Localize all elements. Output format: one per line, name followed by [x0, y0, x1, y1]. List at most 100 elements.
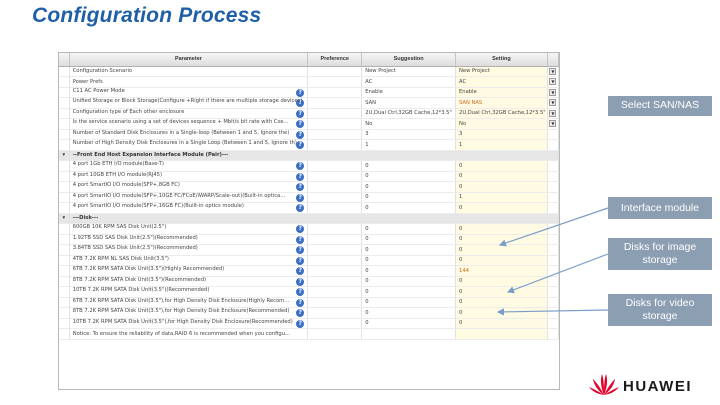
row-spacer — [59, 318, 70, 329]
table-row: ? Number of Standard Disk Enclosures in a… — [59, 129, 559, 140]
cell-dropdown: ▼ — [547, 97, 559, 109]
cell-suggestion: 0 — [361, 223, 457, 235]
cell-setting[interactable]: 0 — [455, 255, 548, 266]
cell-dropdown — [547, 255, 559, 266]
table-row: Notice: To ensure the reliability of dat… — [59, 328, 559, 340]
cell-parameter: ? 4 port SmartIO I/O module(SFP+,16GB FC)… — [69, 202, 309, 214]
cell-suggestion-text: 0 — [365, 236, 369, 243]
dropdown-arrow-icon[interactable]: ▼ — [549, 99, 557, 107]
header-preference[interactable]: Preference — [307, 53, 363, 67]
cell-suggestion-text: 0 — [365, 257, 369, 264]
cell-setting[interactable]: Enable — [455, 87, 548, 98]
dropdown-arrow-icon[interactable]: ▼ — [549, 120, 557, 128]
cell-setting[interactable]: 3 — [455, 129, 548, 140]
help-icon[interactable]: ? — [296, 235, 305, 244]
dropdown-arrow-icon[interactable]: ▼ — [549, 88, 557, 96]
group-expander-icon[interactable]: ▾ — [59, 213, 70, 224]
cell-setting-text: 1 — [459, 141, 463, 148]
cell-setting[interactable]: 0 — [455, 244, 548, 256]
cell-setting[interactable]: 0 — [455, 297, 548, 308]
help-icon[interactable]: ? — [296, 267, 305, 276]
help-icon[interactable]: ? — [296, 120, 305, 129]
help-icon[interactable]: ? — [296, 162, 305, 171]
help-icon[interactable]: ? — [296, 88, 305, 97]
cell-setting[interactable]: No — [455, 118, 548, 130]
cell-preference — [307, 318, 363, 329]
cell-setting-text: No — [459, 120, 467, 127]
cell-setting[interactable]: 0 — [455, 202, 548, 214]
cell-setting[interactable]: 0 — [455, 286, 548, 298]
group-expander-icon[interactable]: ▾ — [59, 150, 70, 161]
cell-parameter: ? Number of High Density Disk Enclosures … — [69, 139, 309, 151]
table-row: ? 6TB 7.2K RPM SATA Disk Unit(3.5"),for H… — [59, 297, 559, 308]
table-row: ? 6TB 7.2K RPM SATA Disk Unit(3.5")(Highl… — [59, 265, 559, 277]
cell-parameter: ? 600GB 10K RPM SAS Disk Unit(2.5") — [69, 223, 309, 235]
cell-dropdown — [547, 192, 559, 203]
cell-setting[interactable]: 0 — [455, 318, 548, 329]
cell-setting[interactable]: 1 — [455, 139, 548, 151]
cell-parameter: ? 4 port SmartIO I/O module(SFP+,8GB FC) — [69, 181, 309, 193]
help-icon[interactable]: ? — [296, 319, 305, 328]
header-parameter[interactable]: Parameter — [69, 53, 309, 67]
dropdown-arrow-icon[interactable]: ▼ — [549, 67, 557, 75]
row-spacer — [59, 244, 70, 256]
cell-parameter-text: 10TB 7.2K RPM SATA Disk Unit(3.5"),for H… — [72, 318, 293, 325]
help-icon[interactable]: ? — [296, 204, 305, 213]
huawei-logo-text: HUAWEI — [623, 378, 692, 395]
help-icon[interactable]: ? — [296, 109, 305, 118]
cell-setting[interactable]: 0 — [455, 307, 548, 319]
table-header-row: Parameter Preference Suggestion Setting — [59, 53, 559, 67]
help-icon[interactable]: ? — [296, 141, 305, 150]
cell-setting[interactable]: 1 — [455, 192, 548, 203]
table-row: ? Number of High Density Disk Enclosures … — [59, 139, 559, 151]
cell-dropdown — [547, 129, 559, 140]
help-icon[interactable]: ? — [296, 130, 305, 139]
cell-preference — [307, 192, 363, 203]
cell-setting-text: New Project — [459, 68, 490, 75]
dropdown-arrow-icon[interactable]: ▼ — [549, 109, 557, 117]
cell-setting[interactable]: 0 — [455, 223, 548, 235]
cell-setting[interactable]: 2U,Dual Ctrl,32GB Cache,12*3.5" — [455, 108, 548, 119]
cell-setting[interactable]: SAN NAS — [455, 97, 548, 109]
cell-parameter: ? 4TB 7.2K RPM NL SAS Disk Unit(3.5") — [69, 255, 309, 266]
cell-setting[interactable]: 0 — [455, 276, 548, 287]
cell-parameter: ? 8TB 7.2K RPM SATA Disk Unit(3.5")(Recom… — [69, 276, 309, 287]
cell-setting[interactable]: AC — [455, 76, 548, 88]
cell-suggestion: 0 — [361, 244, 457, 256]
row-spacer — [59, 192, 70, 203]
header-suggestion[interactable]: Suggestion — [361, 53, 457, 67]
help-icon[interactable]: ? — [296, 277, 305, 286]
dropdown-arrow-icon[interactable]: ▼ — [549, 78, 557, 86]
cell-parameter-text: 3.84TB SSD SAS Disk Unit(2.5")(Recommend… — [72, 245, 198, 252]
cell-preference — [307, 244, 363, 256]
help-icon[interactable]: ? — [296, 183, 305, 192]
cell-setting[interactable] — [455, 328, 548, 340]
row-spacer — [59, 328, 70, 340]
header-setting[interactable]: Setting — [455, 53, 548, 67]
cell-parameter-text: Configuration type of Each other enclosu… — [72, 108, 185, 115]
cell-preference — [307, 276, 363, 287]
cell-preference — [307, 171, 363, 182]
help-icon[interactable]: ? — [296, 225, 305, 234]
cell-suggestion — [361, 328, 457, 340]
help-icon[interactable]: ? — [296, 172, 305, 181]
help-icon[interactable]: ? — [296, 193, 305, 202]
cell-setting[interactable]: 0 — [455, 181, 548, 193]
cell-setting[interactable]: 0 — [455, 160, 548, 172]
cell-suggestion: 0 — [361, 202, 457, 214]
help-icon[interactable]: ? — [296, 256, 305, 265]
cell-suggestion-text: 2U,Dual Ctrl,32GB Cache,12*3.5" — [365, 110, 452, 117]
help-icon[interactable]: ? — [296, 246, 305, 255]
cell-dropdown — [547, 286, 559, 298]
cell-parameter-text: 4 port SmartIO I/O module(SFP+,8GB FC) — [72, 182, 180, 189]
table-row: ? C11 AC Power Mode Enable Enable ▼ — [59, 87, 559, 98]
cell-setting[interactable]: 144 — [455, 265, 548, 277]
cell-setting[interactable]: 0 — [455, 171, 548, 182]
help-icon[interactable]: ? — [296, 298, 305, 307]
cell-setting[interactable]: New Project — [455, 66, 548, 77]
cell-setting-text: 0 — [459, 183, 463, 190]
row-spacer — [59, 139, 70, 151]
help-icon[interactable]: ? — [296, 309, 305, 318]
help-icon[interactable]: ? — [296, 288, 305, 297]
cell-setting[interactable]: 0 — [455, 234, 548, 245]
